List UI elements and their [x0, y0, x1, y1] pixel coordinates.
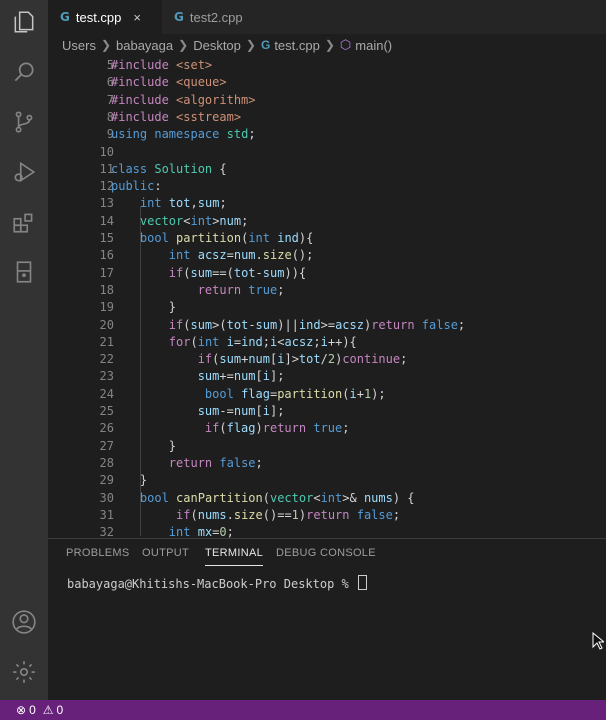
activity-bar [0, 0, 48, 700]
line-number: 31 [99, 507, 114, 522]
line-number: 27 [99, 438, 114, 453]
warning-triangle-icon: ⚠ [42, 703, 54, 717]
tab-label: test2.cpp [189, 9, 243, 25]
code-text: int acsz=num.size(); [168, 248, 314, 263]
line-number: 30 [99, 490, 114, 505]
line-number: 10 [99, 144, 114, 159]
code-text: return false; [168, 455, 263, 470]
code-text: } [111, 438, 177, 453]
line-number: 15 [99, 231, 114, 245]
line-number: 23 [99, 369, 114, 384]
line-number: 20 [99, 317, 114, 332]
code-text: sum+=num[i]; [197, 369, 285, 384]
code-text: for(int i=ind;i<acsz;i++){ [168, 334, 357, 349]
line-number: 11 [99, 161, 114, 176]
line-number: 22 [99, 352, 114, 367]
code-text: if(flag)return true; [204, 421, 350, 436]
code-text: } [111, 300, 177, 315]
breadcrumb-item[interactable]: Users [62, 38, 96, 53]
line-number: 25 [99, 404, 114, 418]
breadcrumb-item[interactable]: babayaga [116, 38, 173, 53]
line-number: 29 [99, 473, 114, 488]
search-icon[interactable] [10, 58, 38, 86]
tab-problems[interactable]: PROBLEMS [66, 547, 130, 559]
code-text: bool flag=partition(i+1); [204, 386, 386, 401]
line-number: 28 [99, 455, 114, 470]
breadcrumb-item[interactable]: main() [355, 38, 392, 53]
extensions-icon[interactable] [10, 208, 38, 236]
line-number: 19 [99, 300, 114, 315]
tab-terminal[interactable]: TERMINAL [205, 547, 264, 566]
chevron-right-icon: ❯ [100, 38, 112, 52]
code-text: bool canPartition(vector<int>& nums) { [139, 490, 415, 505]
editor-tab-bar: G test.cpp × G test2.cpp [48, 0, 606, 34]
code-text: class Solution { [111, 161, 227, 176]
line-number: 13 [99, 196, 114, 211]
mouse-pointer-icon [592, 631, 606, 655]
line-number: 18 [99, 282, 114, 297]
tab-test-cpp[interactable]: G test.cpp × [48, 0, 162, 34]
code-text: int tot,sum; [139, 196, 227, 211]
code-text: return true; [197, 282, 285, 297]
settings-gear-icon[interactable] [10, 658, 38, 686]
run-debug-icon[interactable] [10, 158, 38, 186]
line-number: 12 [99, 179, 114, 194]
remote-explorer-icon[interactable] [10, 258, 38, 286]
bottom-panel: PROBLEMS OUTPUT TERMINAL DEBUG CONSOLE b… [48, 538, 606, 701]
tab-test2-cpp[interactable]: G test2.cpp [162, 0, 272, 34]
code-text: vector<int>num; [139, 213, 249, 228]
code-text: if(nums.size()==1)return false; [176, 507, 401, 522]
status-bar: ⊗ 0 ⚠ 0 [0, 700, 606, 720]
code-text: if(sum>(tot-sum)||ind>=acsz)return false… [168, 317, 466, 332]
cpp-file-icon: G [260, 38, 271, 52]
line-number: 7 [106, 92, 114, 107]
line-number: 26 [99, 421, 114, 436]
source-control-icon[interactable] [10, 108, 38, 136]
chevron-right-icon: ❯ [245, 38, 256, 52]
code-text: #include <queue> [111, 75, 227, 90]
line-number: 6 [106, 75, 114, 90]
line-number: 5 [106, 58, 114, 72]
close-icon[interactable]: × [133, 10, 141, 25]
cpp-file-icon: G [174, 10, 184, 24]
account-icon[interactable] [10, 608, 38, 636]
line-number: 24 [99, 386, 114, 401]
breadcrumb: Users ❯ babayaga ❯ Desktop ❯ G test.cpp … [48, 34, 606, 56]
code-text: int mx=0; [168, 525, 234, 538]
line-number: 8 [106, 109, 114, 124]
line-number: 17 [99, 265, 114, 280]
code-text: sum-=num[i]; [197, 404, 285, 418]
error-count[interactable]: 0 [29, 703, 36, 717]
method-cube-icon: ⬡ [339, 37, 352, 52]
line-number: 14 [99, 213, 114, 228]
code-text: if(sum==(tot-sum)){ [168, 265, 307, 280]
breadcrumb-item[interactable]: test.cpp [274, 38, 320, 53]
tab-label: test.cpp [75, 9, 122, 25]
error-circle-icon: ⊗ [16, 703, 27, 717]
code-text: } [111, 473, 148, 488]
line-number: 32 [99, 525, 114, 538]
explorer-icon[interactable] [10, 8, 38, 36]
code-editor[interactable]: 5 #include <set> 6 #include <queue> 7 #includ… [48, 56, 606, 538]
tab-debug-console[interactable]: DEBUG CONSOLE [276, 547, 376, 559]
chevron-right-icon: ❯ [178, 38, 189, 52]
code-text: #include <set> [111, 58, 213, 72]
code-text: bool partition(int ind){ [139, 231, 314, 245]
cpp-file-icon: G [60, 10, 70, 24]
chevron-right-icon: ❯ [324, 38, 335, 52]
code-text: using namespace std; [111, 127, 256, 142]
terminal-prompt: babayaga@Khitishs-MacBook-Pro Desktop % [67, 577, 356, 591]
terminal-cursor [357, 575, 367, 590]
line-number: 21 [99, 334, 114, 349]
line-number: 9 [106, 127, 114, 142]
code-text: public: [111, 179, 162, 194]
terminal[interactable]: babayaga@Khitishs-MacBook-Pro Desktop % [67, 575, 367, 591]
code-text: #include <algorithm> [111, 92, 256, 107]
tab-output[interactable]: OUTPUT [142, 547, 189, 559]
code-text: #include <sstream> [111, 109, 242, 124]
warning-count[interactable]: 0 [57, 703, 64, 717]
code-text: if(sum+num[i]>tot/2)continue; [197, 352, 408, 367]
line-number: 16 [99, 248, 114, 263]
breadcrumb-item[interactable]: Desktop [193, 38, 241, 53]
